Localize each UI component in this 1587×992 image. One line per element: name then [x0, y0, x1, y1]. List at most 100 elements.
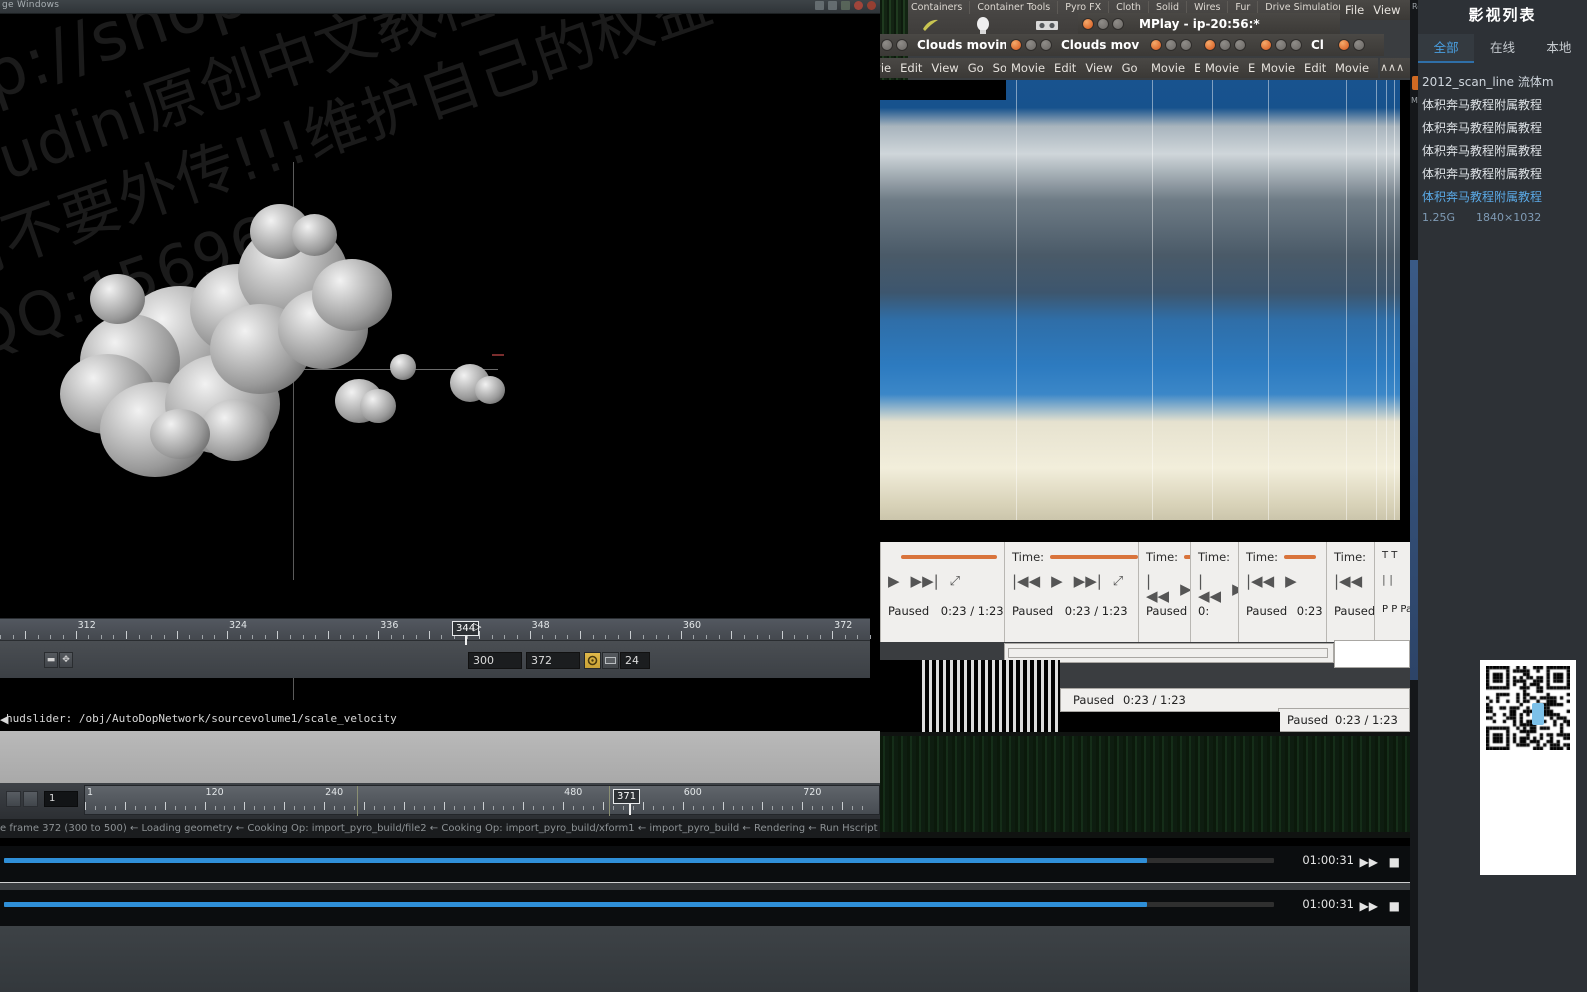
- close-icon[interactable]: [1010, 39, 1022, 51]
- menu-movie[interactable]: Movie: [1011, 61, 1045, 75]
- houdini-playbar-bottom[interactable]: 1 1 120 240 480 600 720 371: [0, 783, 880, 819]
- menu-go[interactable]: Go: [968, 61, 984, 75]
- playbar-bottom-buttons[interactable]: [6, 791, 38, 807]
- menu-view[interactable]: View: [1373, 3, 1400, 17]
- close-icon[interactable]: [1338, 39, 1350, 51]
- mplay-controls-5[interactable]: Time: |◀◀ ▶ Paused 0:23 / 1:23: [1238, 542, 1360, 642]
- skip-forward-icon[interactable]: ▶▶|: [911, 574, 939, 589]
- transport-row[interactable]: |◀◀ ▶: [1198, 574, 1244, 604]
- shelf-tab-containers[interactable]: Containers: [904, 1, 971, 14]
- menu-view[interactable]: View: [1085, 61, 1112, 75]
- fps-field[interactable]: 24: [620, 652, 650, 669]
- video-player-bar-1[interactable]: 01:00:31 ▶▶ ■: [0, 846, 1410, 882]
- tab-online[interactable]: 在线: [1474, 34, 1530, 63]
- transport-row[interactable]: |◀◀: [1334, 574, 1362, 589]
- mplay-window-3-titlebar[interactable]: [1146, 34, 1206, 56]
- mplay-window-4-titlebar[interactable]: [1200, 34, 1260, 56]
- maximize-icon[interactable]: [1112, 18, 1124, 30]
- maximize-icon[interactable]: [1040, 39, 1052, 51]
- maximize-icon[interactable]: [1290, 39, 1302, 51]
- maximize-icon[interactable]: [896, 39, 908, 51]
- menu-movie[interactable]: Movie: [1335, 61, 1369, 75]
- audio-button[interactable]: [602, 652, 619, 669]
- transport-row[interactable]: | |: [1382, 574, 1393, 585]
- mplay-window-2-titlebar[interactable]: Clouds mov: [1006, 34, 1146, 56]
- time-slider[interactable]: [901, 555, 998, 559]
- transport-row[interactable]: ▶ ▶▶| ⤢: [888, 574, 960, 589]
- playbar-collapse-button[interactable]: ▬: [44, 652, 58, 668]
- time-slider[interactable]: [1050, 555, 1139, 559]
- minimize-icon[interactable]: [881, 39, 893, 51]
- sidebar-tab-bar[interactable]: 全部 在线 本地: [1418, 34, 1587, 63]
- menu-edit[interactable]: Edit: [1054, 61, 1076, 75]
- close-icon[interactable]: [854, 1, 863, 10]
- mplay-controls-6[interactable]: Time: |◀◀ Paused: [1326, 542, 1375, 642]
- mplay-stack-row-e[interactable]: Paused 0:23 / 1:23: [1278, 708, 1410, 732]
- list-item[interactable]: 体积奔马教程附属教程: [1418, 139, 1587, 162]
- tab-all[interactable]: 全部: [1418, 34, 1475, 63]
- menu-movie[interactable]: Movie: [1151, 61, 1185, 75]
- mplay-window-5-menubar[interactable]: Movie Edit: [1256, 58, 1334, 78]
- close-icon[interactable]: [1082, 18, 1094, 30]
- minimize-icon[interactable]: [1165, 39, 1177, 51]
- close-icon[interactable]: [1204, 39, 1216, 51]
- desktop-icon[interactable]: [815, 1, 824, 10]
- maximize-icon[interactable]: [1180, 39, 1192, 51]
- range-end-field[interactable]: 372: [526, 652, 580, 669]
- minimize-icon[interactable]: [1353, 39, 1365, 51]
- skip-back-icon[interactable]: | |: [1382, 574, 1393, 585]
- houdini-3d-viewport[interactable]: http://shop110453135.taobao.com Houdini原…: [0, 14, 870, 580]
- fast-forward-icon[interactable]: ▶▶: [1360, 855, 1378, 869]
- minimize-icon[interactable]: [1097, 18, 1109, 30]
- mplay-controls-4[interactable]: Time: |◀◀ ▶ 0:: [1190, 542, 1244, 642]
- menu-go[interactable]: Go: [1122, 61, 1138, 75]
- fullscreen-icon[interactable]: ⤢: [1113, 575, 1123, 588]
- houdini-title-buttons[interactable]: [815, 1, 876, 10]
- video-list[interactable]: 2012_scan_line 流体m 体积奔马教程附属教程 体积奔马教程附属教程…: [1418, 70, 1587, 208]
- maximize-icon[interactable]: [1234, 39, 1246, 51]
- video-progress-track-2[interactable]: [4, 902, 1274, 907]
- mplay-window-3-menubar[interactable]: Movie Ed: [1146, 58, 1209, 78]
- playbar-settings-button[interactable]: [23, 791, 38, 807]
- playbar-collapse-button[interactable]: [6, 791, 21, 807]
- skip-back-icon[interactable]: |◀◀: [1246, 574, 1274, 589]
- menu-edit[interactable]: E: [1248, 61, 1255, 75]
- mplay-window-1-titlebar[interactable]: Clouds moving: [862, 34, 1016, 56]
- playbar-ruler-top[interactable]: 312 324 336 348 360 372: [0, 619, 871, 640]
- play-icon[interactable]: ▶: [888, 574, 900, 589]
- fullscreen-icon[interactable]: ⤢: [950, 575, 960, 588]
- video-progress-track-1[interactable]: [4, 858, 1274, 863]
- mplay-image-viewport[interactable]: [880, 80, 1410, 542]
- fast-forward-icon[interactable]: ▶▶: [1360, 899, 1378, 913]
- list-item[interactable]: 2012_scan_line 流体m: [1418, 70, 1587, 93]
- list-item[interactable]: 体积奔马教程附属教程: [1418, 116, 1587, 139]
- skip-forward-icon[interactable]: ▶▶|: [1074, 574, 1102, 589]
- mplay-app-menubar[interactable]: File View Re: [1340, 0, 1424, 20]
- mplay-window-6-menubar[interactable]: Movie: [1330, 58, 1378, 78]
- houdini-playbar-fields[interactable]: 300 372 24 ▬ ✥: [0, 640, 870, 678]
- houdini-menu-label[interactable]: ge Windows: [2, 0, 59, 10]
- stop-icon[interactable]: ■: [1389, 855, 1400, 869]
- playbar-settings-button[interactable]: ✥: [59, 652, 73, 668]
- minimize-icon[interactable]: [1275, 39, 1287, 51]
- menu-movie[interactable]: Movie: [1205, 61, 1239, 75]
- sidebar-edge-scrollbar[interactable]: [1410, 260, 1418, 680]
- mplay-window-5-titlebar[interactable]: Cl: [1256, 34, 1334, 56]
- list-item[interactable]: 体积奔马教程附属教程: [1418, 162, 1587, 185]
- play-icon[interactable]: ▶: [1285, 574, 1297, 589]
- houdini-playbar-top[interactable]: 312 324 336 348 360 372 344 ▷: [0, 618, 871, 645]
- houdini-titlebar[interactable]: ge Windows: [0, 0, 880, 14]
- transport-row[interactable]: |◀◀ ▶: [1246, 574, 1297, 589]
- time-slider[interactable]: [1284, 555, 1317, 559]
- menu-movie[interactable]: Movie: [1261, 61, 1295, 75]
- help-icon[interactable]: [841, 1, 850, 10]
- shelf-tab-container-tools[interactable]: Container Tools: [970, 1, 1059, 14]
- skip-back-icon[interactable]: |◀◀: [1012, 574, 1040, 589]
- menu-file[interactable]: File: [1345, 3, 1364, 17]
- current-frame-indicator-bottom[interactable]: 371: [613, 789, 641, 804]
- minimize-icon[interactable]: [1219, 39, 1231, 51]
- skip-back-icon[interactable]: |◀◀: [1334, 574, 1362, 589]
- list-item-selected[interactable]: 体积奔马教程附属教程: [1418, 185, 1587, 208]
- mplay-app-titlebar[interactable]: MPlay - ip-20:56:*: [1078, 13, 1340, 35]
- range-start-field[interactable]: 300: [468, 652, 522, 669]
